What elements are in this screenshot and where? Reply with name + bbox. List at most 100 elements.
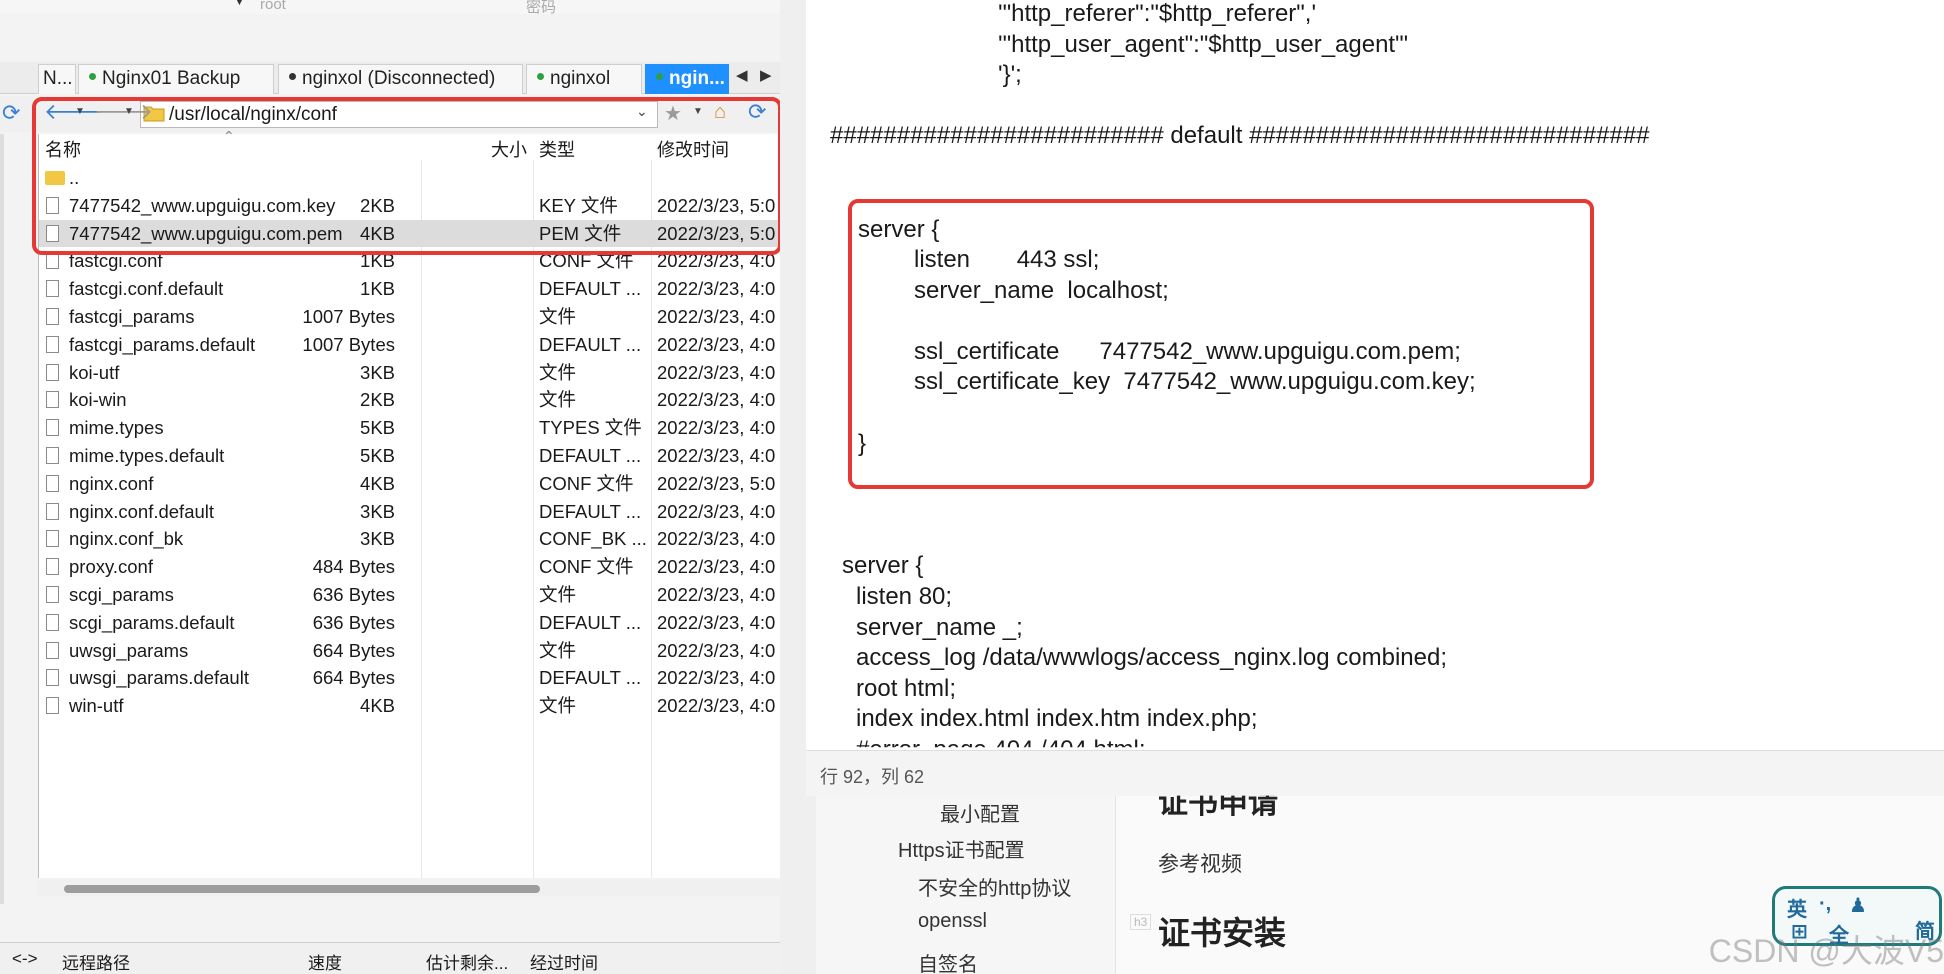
file-modified: 2022/3/23, 4:0 [657,556,776,578]
file-name: uwsgi_params [69,639,189,661]
file-icon [46,335,59,353]
ime-punctuation-icon[interactable]: ·, [1819,893,1831,916]
table-row[interactable]: koi-win 2KB 文件 2022/3/23, 4:0 [39,386,780,414]
table-row[interactable]: uwsgi_params.default 664 Bytes DEFAULT ...… [39,664,780,692]
file-size: 1007 Bytes [302,306,395,327]
file-icon [46,308,59,325]
horizontal-scrollbar[interactable] [38,880,780,896]
tab-scroll-right-icon[interactable]: ▶ [760,66,772,84]
table-row[interactable]: win-utf 4KB 文件 2022/3/23, 4:0 [39,692,780,720]
tab-session-3[interactable]: nginxol [526,64,642,94]
highlight-box-ssl-server-block [848,199,1594,489]
file-type: 文件 [539,361,577,383]
file-modified: 2022/3/23, 4:0 [657,584,776,605]
outline-item[interactable]: Https证书配置 [898,834,1025,863]
table-row[interactable]: mime.types 5KB TYPES 文件 2022/3/23, 4:0 [39,414,780,442]
table-row[interactable]: koi-utf 3KB 文件 2022/3/23, 4:0 [39,359,780,387]
table-row[interactable]: fastcgi_params.default 1007 Bytes DEFAULT … [39,331,780,359]
file-type: CONF 文件 [539,556,634,578]
file-icon [46,391,59,409]
file-type: 文件 [539,306,577,327]
file-name: mime.types.default [69,445,225,466]
code-line: listen 80; [856,583,953,610]
file-type: DEFAULT ... [539,611,642,633]
file-size: 664 Bytes [312,639,395,661]
table-row[interactable]: nginx.conf 4KB CONF 文件 2022/3/23, 5:0 [39,470,780,498]
remaining-column[interactable]: 估计剩余... [426,949,508,974]
file-icon [46,530,59,548]
file-size: 484 Bytes [312,556,395,578]
ime-user-icon[interactable]: ♟ [1849,893,1867,918]
file-type: 文件 [539,639,577,661]
direction-column[interactable]: <-> [12,949,38,969]
transfer-queue-header: <-> 远程路径 速度 估计剩余... 经过时间 [0,942,780,974]
editor-window: '"http_referer":"$http_referer",' '"http… [780,0,1944,974]
table-row[interactable]: nginx.conf_bk 3KB CONF_BK ... 2022/3/23, 4:… [39,525,780,553]
outline-item[interactable]: 最小配置 [940,798,1020,827]
ime-language-toggle[interactable]: 英 [1787,893,1807,922]
file-icon [46,280,59,298]
file-name: nginx.conf.default [69,500,215,522]
tab-session-0[interactable]: N... [38,64,76,94]
reference-video-link[interactable]: 参考视频 [1158,848,1242,878]
docs-outline-sidebar: 最小配置 Https证书配置 不安全的http协议 openssl 自签名 [816,796,1116,974]
heading-cert-install: 证书安装 [1158,915,1287,951]
remote-path-column[interactable]: 远程路径 [62,949,130,974]
code-line: access_log /data/wwwlogs/access_nginx.lo… [856,644,1447,671]
file-name: fastcgi_params.default [69,333,256,355]
table-row[interactable]: uwsgi_params 664 Bytes 文件 2022/3/23, 4:0 [39,637,780,665]
tab-label: ngin... [669,68,725,89]
tab-scroll-left-icon[interactable]: ◀ [736,66,748,84]
file-name: fastcgi.conf.default [69,278,224,300]
file-modified: 2022/3/23, 4:0 [657,306,776,327]
file-name: win-utf [69,695,124,717]
scrollbar-thumb[interactable] [64,885,540,893]
table-row[interactable]: mime.types.default 5KB DEFAULT ... 2022/3/2… [39,442,780,470]
username-field[interactable]: root [260,0,286,13]
file-size: 664 Bytes [312,667,395,689]
outline-item[interactable]: 自签名 [918,948,978,974]
table-row[interactable]: proxy.conf 484 Bytes CONF 文件 2022/3/23, 4:0 [39,553,780,581]
cursor-position: 行 92，列 62 [820,767,925,787]
tab-session-2[interactable]: nginxol (Disconnected) [278,64,523,94]
table-row[interactable]: fastcgi_params 1007 Bytes 文件 2022/3/23, 4:0 [39,303,780,331]
elapsed-column[interactable]: 经过时间 [530,949,598,974]
tab-session-4-active[interactable]: ngin... [645,64,729,94]
table-row[interactable]: scgi_params.default 636 Bytes DEFAULT ... 2… [39,609,780,637]
outline-item[interactable]: 不安全的http协议 [918,872,1071,901]
code-line: '"http_user_agent":"$http_user_agent"' [998,31,1409,58]
file-icon [46,474,59,492]
file-modified: 2022/3/23, 4:0 [657,445,776,466]
table-row[interactable]: nginx.conf.default 3KB DEFAULT ... 2022/3/2… [39,498,780,526]
password-field[interactable]: 密码 [526,0,556,17]
file-modified: 2022/3/23, 4:0 [657,361,776,383]
file-type: CONF 文件 [539,472,634,494]
tab-label: Nginx01 Backup [102,68,241,89]
table-row[interactable]: fastcgi.conf.default 1KB DEFAULT ... 2022/3… [39,275,780,303]
refresh-icon[interactable]: ⟳ [2,100,20,126]
disconnected-status-dot-icon [289,73,296,81]
file-modified: 2022/3/23, 4:0 [657,667,776,689]
connected-status-dot-icon [89,73,96,81]
login-fields-strip: root 密码 ▼ [0,0,780,17]
file-type: TYPES 文件 [539,417,642,439]
file-name: uwsgi_params.default [69,667,249,689]
file-size: 636 Bytes [312,584,395,605]
file-type: DEFAULT ... [539,500,642,522]
file-size: 3KB [360,361,395,383]
table-row[interactable]: scgi_params 636 Bytes 文件 2022/3/23, 4:0 [39,581,780,609]
file-size: 3KB [360,500,395,522]
file-icon [46,447,59,464]
chevron-down-icon[interactable]: ▼ [234,0,245,8]
tab-session-1[interactable]: Nginx01 Backup [78,64,274,94]
file-size: 3KB [360,528,395,550]
file-name: nginx.conf [69,472,154,494]
file-name: scgi_params [69,584,174,605]
tab-label: N... [43,68,73,89]
file-name: scgi_params.default [69,611,235,633]
connected-status-dot-icon [656,73,663,81]
file-size: 2KB [360,389,395,411]
file-name: koi-win [69,389,127,411]
outline-item[interactable]: openssl [918,910,987,933]
speed-column[interactable]: 速度 [308,949,342,974]
